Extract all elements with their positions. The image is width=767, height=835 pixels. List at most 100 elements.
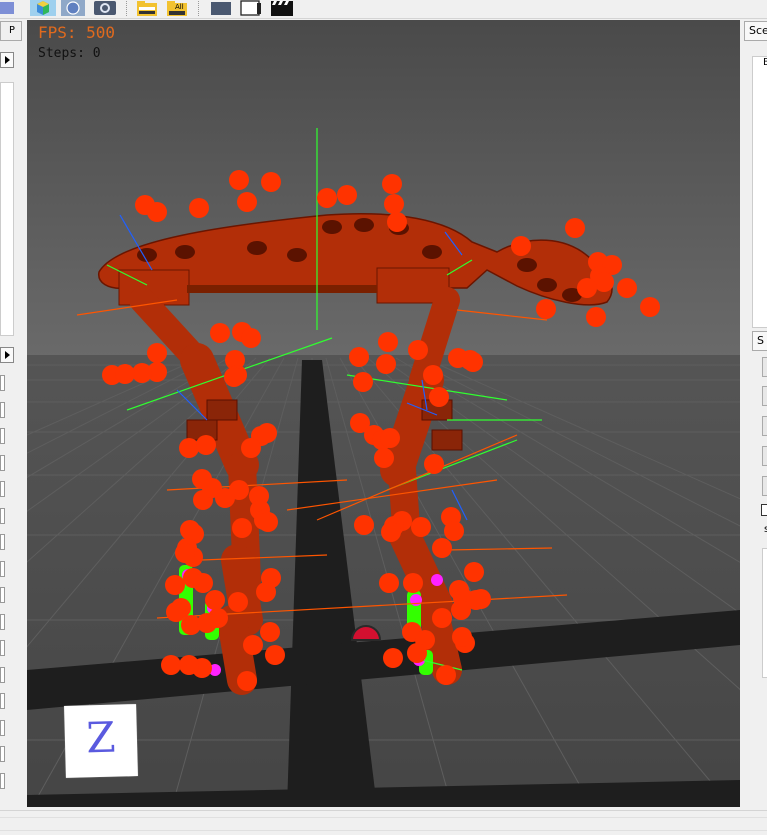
left-list-item[interactable] [0,693,5,709]
cube-view-icon[interactable] [30,0,56,16]
marker-sphere [147,343,167,363]
marker-sphere [387,212,407,232]
torso-hole [322,220,342,234]
marker-sphere [640,297,660,317]
marker-sphere [260,622,280,642]
left-list-item[interactable] [0,613,5,630]
left-list-item[interactable] [0,375,5,391]
status-bar-field [0,817,767,831]
marker-sphere [147,202,167,222]
panel-button[interactable] [762,357,767,377]
marker-sphere [423,365,443,385]
torso-hole [537,278,557,292]
left-list-item[interactable] [0,640,5,656]
marker-sphere [424,454,444,474]
marker-sphere [179,438,199,458]
scene-tree-area[interactable]: B [752,56,767,328]
record-icon[interactable] [210,0,232,16]
toolbar-separator [198,1,199,16]
left-list-item[interactable] [0,560,5,577]
left-tab-label: P [9,25,16,36]
marker-sphere [511,236,531,256]
left-list-area[interactable] [0,82,14,336]
left-list-item[interactable] [0,772,5,789]
marker-sphere [349,347,369,367]
left-list-item[interactable] [0,587,5,603]
marker-sphere [444,521,464,541]
left-list-item[interactable] [0,746,5,762]
marker-sphere [354,515,374,535]
view-icon[interactable] [0,0,18,16]
marker-sphere [617,278,637,298]
right-panel: Sce B S s [740,20,767,810]
marker-sphere [197,613,217,633]
marker-sphere [337,185,357,205]
marker-sphere [464,562,484,582]
marker-sphere [243,635,263,655]
left-list-item[interactable] [0,428,5,444]
marker-sphere [210,323,230,343]
marker-sphere [432,538,452,558]
marker-sphere [175,543,195,563]
marker-sphere [165,575,185,595]
marker-sphere [196,435,216,455]
tab-second[interactable]: S [752,331,767,351]
panel-button[interactable] [762,386,767,406]
marker-sphere [258,512,278,532]
marker-sphere [229,170,249,190]
marker-sphere [257,423,277,443]
contact-point [431,574,443,586]
left-list-item[interactable] [0,666,5,683]
marker-sphere [261,172,281,192]
marker-sphere [536,299,556,319]
expand-arrow-icon[interactable] [0,52,14,68]
status-bar [0,810,767,835]
marker-sphere [374,448,394,468]
left-tab[interactable]: P [0,21,22,41]
leg-actuator [431,429,463,451]
marker-sphere [237,192,257,212]
fps-readout: FPS: 500 [38,23,116,42]
marker-sphere [586,307,606,327]
panel-checkbox[interactable] [761,504,767,516]
left-list-item[interactable] [0,481,5,497]
tab-scene-label: Sce [749,24,767,37]
left-list-item[interactable] [0,719,5,736]
clapperboard-icon[interactable] [270,0,293,16]
left-list-item[interactable] [0,507,5,524]
marker-sphere [179,655,199,675]
3d-viewport[interactable]: FPS: 500 Steps: 0 Z [27,20,740,807]
axis-indicator: Z [64,704,138,778]
left-list-item[interactable] [0,454,5,471]
axis-label: Z [85,712,117,763]
marker-sphere [407,643,427,663]
marker-sphere [451,600,471,620]
marker-sphere [436,665,456,685]
folder-open-icon[interactable] [136,0,158,16]
camera-icon[interactable] [93,0,116,16]
tab-scene[interactable]: Sce [744,21,767,41]
marker-sphere [232,518,252,538]
screenshot-icon[interactable] [240,0,262,16]
folder-all-icon[interactable]: All [166,0,188,16]
left-list-item[interactable] [0,401,5,418]
marker-sphere [577,278,597,298]
marker-sphere [411,517,431,537]
marker-sphere [429,387,449,407]
steps-counter: Steps: 0 [38,46,101,61]
properties-area[interactable] [762,548,767,678]
marker-sphere [132,363,152,383]
scene-canvas[interactable] [27,20,740,807]
panel-button[interactable] [762,476,767,496]
panel-button[interactable] [762,446,767,466]
toolbar: All [0,0,767,19]
left-list-item[interactable] [0,534,5,550]
marker-sphere [432,608,452,628]
marker-sphere [460,350,480,370]
marker-sphere [378,332,398,352]
marker-sphere [376,354,396,374]
panel-button[interactable] [762,416,767,436]
globe-icon[interactable] [61,0,85,16]
expand-arrow-icon[interactable] [0,347,14,363]
scene-tree-label: B [763,57,767,68]
